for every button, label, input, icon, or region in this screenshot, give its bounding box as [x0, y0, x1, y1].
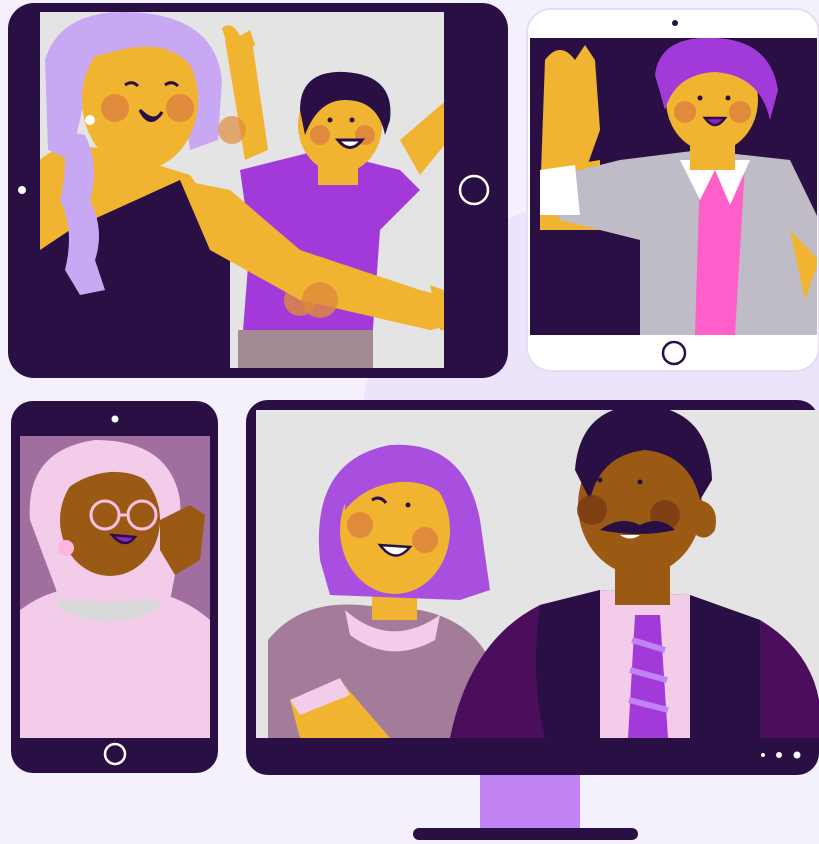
tablet-landscape [8, 3, 508, 378]
desktop-monitor [246, 400, 819, 840]
video-call-illustration [0, 0, 819, 844]
camera-dot [18, 186, 26, 194]
phone-portrait [11, 401, 218, 773]
monitor-base [413, 828, 638, 840]
camera-dot [672, 20, 678, 26]
tablet-portrait-white [526, 8, 819, 372]
camera-dot [111, 415, 119, 423]
illustration-canvas [8, 3, 819, 840]
monitor-stand [480, 770, 580, 832]
